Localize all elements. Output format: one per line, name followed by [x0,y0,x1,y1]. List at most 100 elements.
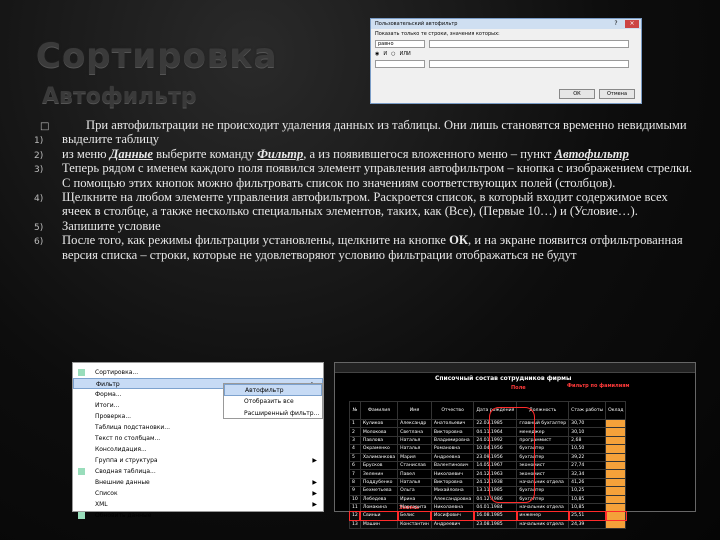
table-cell[interactable]: Николаевич [430,469,475,479]
table-cell[interactable]: 04.01.1984 [473,502,518,513]
table-cell[interactable]: 1 [349,418,361,429]
table-cell[interactable]: 3 [349,435,361,446]
table-cell[interactable]: Александр [397,418,432,429]
table-cell[interactable]: Лебедева [359,494,399,504]
table-cell[interactable]: Михайловна [430,486,475,496]
table-cell[interactable]: Наталья [397,435,432,446]
menu-item-consolidate[interactable]: Консолидация... [73,444,323,455]
col-header[interactable]: Стаж работы [568,401,607,420]
table-cell[interactable]: Поддубенко [359,477,399,488]
table-cell[interactable]: 7 [349,469,361,479]
table-cell[interactable]: Андреевна [430,452,475,462]
table-cell[interactable] [605,502,627,513]
table-cell[interactable]: Станислав [397,460,432,471]
table-cell[interactable] [605,418,627,429]
table-cell[interactable]: 30,70 [568,418,607,429]
table-cell[interactable]: Анатольевич [430,418,475,429]
table-cell[interactable]: 23.08.1985 [473,519,518,530]
table-cell[interactable]: Зеленин [359,469,399,479]
help-icon[interactable]: ? [609,20,623,28]
table-cell[interactable]: Валентинович [430,460,475,471]
table-cell[interactable] [604,510,627,522]
table-cell[interactable]: Мария [397,452,432,462]
table-cell[interactable]: Белис [396,510,433,522]
menu-item-sort[interactable]: Сортировка... [73,367,323,378]
table-cell[interactable]: 10,25 [568,486,607,496]
table-cell[interactable] [605,477,627,488]
table-cell[interactable] [605,486,627,496]
and-radio[interactable]: ◉ [375,51,379,57]
table-cell[interactable]: Халиманкова [359,452,399,462]
table-cell[interactable]: 6 [349,460,361,471]
table-cell[interactable]: Ломакина [359,502,399,513]
table-cell[interactable]: Павел [397,469,432,479]
table-cell[interactable]: Бехметьева [359,486,399,496]
table-cell[interactable]: Светлана [397,427,432,437]
table-cell[interactable]: Владимировна [430,435,475,446]
col-header[interactable]: Имя [397,401,432,420]
menu-item-refresh[interactable]: Обновить данные [73,510,323,521]
table-cell[interactable] [605,435,627,446]
table-cell[interactable]: 25,51 [567,510,607,522]
table-cell[interactable]: Викторовна [430,427,475,437]
col-header[interactable]: № [349,401,361,420]
table-cell[interactable]: Викторовна [430,477,475,488]
table-cell[interactable]: Иосифович [430,510,475,522]
ok-button[interactable]: ОК [559,89,595,99]
table-cell[interactable]: Машин [359,519,399,530]
table-cell[interactable]: Брусков [359,460,399,471]
table-cell[interactable]: 11 [349,502,361,513]
table-cell[interactable] [605,427,627,437]
table-cell[interactable]: 4 [349,444,361,454]
table-cell[interactable]: инженер [515,510,570,522]
table-cell[interactable]: Куликов [359,418,399,429]
table-cell[interactable] [605,444,627,454]
table-cell[interactable]: 13 [349,519,361,530]
table-cell[interactable]: Наталья [397,477,432,488]
table-cell[interactable]: 12 [348,510,362,522]
menu-item-list[interactable]: Список ▶ [73,488,323,499]
table-cell[interactable]: Александровна [430,494,475,504]
table-cell[interactable]: начальник отдела [516,502,570,513]
table-cell[interactable]: Ирина [397,494,432,504]
condition-select-1[interactable]: равно [375,40,425,48]
menu-item-group[interactable]: Группа и структура ▶ [73,455,323,466]
table-cell[interactable] [605,460,627,471]
table-cell[interactable]: 27,74 [568,460,607,471]
table-cell[interactable]: Молокова [359,427,399,437]
table-cell[interactable]: Павлова [359,435,399,446]
submenu-item-show-all[interactable]: Отобразить все [224,396,322,408]
table-cell[interactable]: Романовна [430,444,475,454]
table-cell[interactable]: начальник отдела [516,519,570,530]
table-cell[interactable]: 10 [349,494,361,504]
menu-item-table[interactable]: Таблица подстановки... [73,422,323,433]
condition-select-2[interactable] [375,60,425,68]
table-cell[interactable] [605,469,627,479]
or-radio[interactable]: ○ [391,51,395,57]
table-cell[interactable]: 32,34 [568,469,607,479]
close-icon[interactable]: × [625,20,639,28]
table-cell[interactable]: 2,68 [568,435,607,446]
cancel-button[interactable]: Отмена [599,89,635,99]
table-cell[interactable]: 16.08.1985 [472,510,518,522]
col-header[interactable]: Оклад [605,401,627,420]
table-cell[interactable] [605,519,627,530]
table-cell[interactable]: Маргарита [397,502,432,513]
submenu-item-advanced[interactable]: Расширенный фильтр... [224,408,322,420]
table-cell[interactable]: Окраменко [359,444,399,454]
table-cell[interactable]: 2 [349,427,361,437]
table-cell[interactable] [605,494,627,504]
col-header[interactable]: Фамилия [359,401,399,420]
submenu-item-autofilter[interactable]: Автофильтр [224,384,322,396]
menu-item-text-columns[interactable]: Текст по столбцам... [73,433,323,444]
value-input-1[interactable] [429,40,629,48]
value-input-2[interactable] [429,60,629,68]
table-cell[interactable]: 8 [349,477,361,488]
table-cell[interactable]: 39,22 [568,452,607,462]
table-cell[interactable] [605,452,627,462]
table-cell[interactable]: 5 [349,452,361,462]
menu-item-pivot[interactable]: Сводная таблица... [73,466,323,477]
menu-item-external[interactable]: Внешние данные ▶ [73,477,323,488]
col-header[interactable]: Отчество [430,401,475,420]
table-cell[interactable]: 24,39 [568,519,607,530]
